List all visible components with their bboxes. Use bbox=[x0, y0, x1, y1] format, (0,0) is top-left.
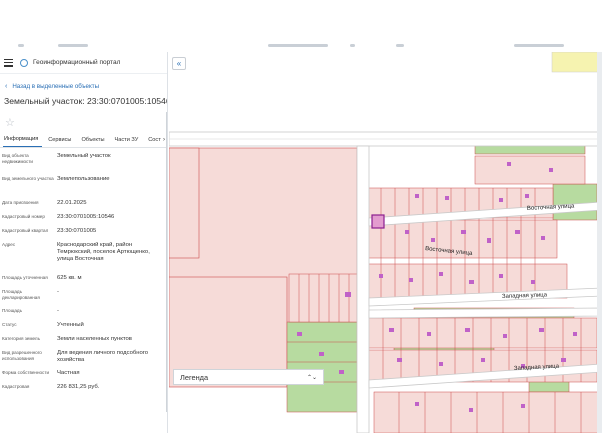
property-row: Площадь - bbox=[2, 308, 167, 317]
back-to-selected-link[interactable]: ‹ Назад в выделенные объекты bbox=[0, 74, 167, 92]
info-panel: Геоинформационный портал ‹ Назад в выдел… bbox=[0, 52, 168, 433]
property-value: 226 831,25 руб. bbox=[57, 384, 100, 390]
menu-icon[interactable] bbox=[4, 58, 13, 67]
property-value: 23:30:0701005 bbox=[57, 228, 97, 234]
star-icon[interactable]: ☆ bbox=[0, 110, 167, 132]
top-indicator bbox=[396, 44, 404, 47]
tab-objects[interactable]: Объекты bbox=[80, 137, 108, 147]
property-row: Вид земельного участка Землепользование bbox=[2, 176, 167, 195]
green-zone bbox=[552, 183, 598, 221]
property-row: Площадь декларированная - bbox=[2, 289, 167, 303]
property-value: Частная bbox=[57, 370, 80, 376]
property-label: Категория земель bbox=[2, 336, 40, 341]
property-label: Вид объекта недвижимости bbox=[2, 153, 33, 165]
chevron-left-icon: ‹ bbox=[5, 82, 8, 90]
property-value: Землепользование bbox=[57, 176, 110, 182]
double-chevron-left-icon[interactable]: « bbox=[172, 57, 186, 70]
property-label: Кадастровая bbox=[2, 384, 30, 389]
property-row: Дата присвоения 22.01.2025 bbox=[2, 200, 167, 209]
panel-header: Геоинформационный портал bbox=[0, 52, 167, 74]
property-row: Вид разрешенного использования Для веден… bbox=[2, 350, 167, 365]
property-label: Площадь декларированная bbox=[2, 289, 40, 301]
property-value: Для ведения личного подсобного хозяйства bbox=[57, 350, 149, 363]
property-value: - bbox=[57, 308, 59, 314]
selected-parcel[interactable] bbox=[371, 214, 385, 229]
back-link-label: Назад в выделенные объекты bbox=[12, 82, 100, 90]
tab-bar: Информация Сервисы Объекты Части ЗУ Сост… bbox=[0, 132, 167, 148]
top-indicator bbox=[268, 44, 328, 47]
top-indicator bbox=[514, 44, 564, 47]
property-label: Площадь bbox=[2, 308, 22, 313]
top-indicator bbox=[350, 44, 355, 47]
property-row: Статус Учтенный bbox=[2, 322, 167, 331]
property-row: Кадастровый квартал 23:30:0701005 bbox=[2, 228, 167, 237]
property-label: Кадастровый квартал bbox=[2, 228, 49, 233]
property-label: Дата присвоения bbox=[2, 200, 39, 205]
property-label: Адрес bbox=[2, 242, 16, 247]
property-value: 22.01.2025 bbox=[57, 200, 87, 206]
chevron-right-icon[interactable]: › bbox=[163, 137, 165, 143]
property-row: Форма собственности Частная bbox=[2, 370, 167, 379]
property-label: Вид земельного участка bbox=[2, 176, 54, 181]
top-strip bbox=[0, 0, 602, 52]
legend-toggle[interactable]: Легенда ⌃⌄ bbox=[173, 369, 324, 385]
parcel-title: Земельный участок: 23:30:0701005:10546 bbox=[4, 96, 168, 106]
property-value: Земельный участок bbox=[57, 153, 111, 159]
property-value: 625 кв. м bbox=[57, 275, 82, 281]
property-row: Вид объекта недвижимости Земельный участ… bbox=[2, 153, 167, 171]
property-row: Категория земель Земли населенных пункто… bbox=[2, 336, 167, 345]
property-value: Земли населенных пунктов bbox=[57, 336, 132, 342]
tab-info[interactable]: Информация bbox=[3, 136, 43, 147]
property-row: Кадастровая 226 831,25 руб. bbox=[2, 384, 167, 393]
parcel[interactable] bbox=[169, 147, 200, 259]
property-row: Кадастровый номер 23:30:0701005:10546 bbox=[2, 214, 167, 223]
top-indicator bbox=[58, 44, 88, 47]
property-value: 23:30:0701005:10546 bbox=[57, 214, 115, 220]
up-down-icon: ⌃⌄ bbox=[306, 374, 317, 381]
property-label: Вид разрешенного использования bbox=[2, 350, 42, 362]
panel-scrollbar[interactable] bbox=[166, 112, 167, 412]
globe-icon bbox=[20, 58, 28, 67]
property-label: Площадь уточненная bbox=[2, 275, 48, 280]
legend-label: Легенда bbox=[180, 372, 209, 382]
tab-services[interactable]: Сервисы bbox=[47, 137, 75, 147]
property-row: Адрес Краснодарский край, район Темрюкск… bbox=[2, 242, 167, 270]
yellow-zone bbox=[551, 52, 602, 73]
top-indicator bbox=[18, 44, 24, 47]
property-label: Кадастровый номер bbox=[2, 214, 45, 219]
property-label: Форма собственности bbox=[2, 370, 50, 375]
app-title: Геоинформационный портал bbox=[33, 59, 121, 66]
property-label: Статус bbox=[2, 322, 17, 327]
property-value: Краснодарский край, район Темрюкский, по… bbox=[57, 242, 150, 262]
tab-parts[interactable]: Части ЗУ bbox=[114, 137, 143, 147]
property-value: - bbox=[57, 289, 59, 295]
map-scrollbar[interactable] bbox=[597, 52, 602, 433]
property-row: Площадь уточненная 625 кв. м bbox=[2, 275, 167, 284]
property-value: Учтенный bbox=[57, 322, 84, 328]
property-list: Вид объекта недвижимости Земельный участ… bbox=[0, 148, 167, 393]
